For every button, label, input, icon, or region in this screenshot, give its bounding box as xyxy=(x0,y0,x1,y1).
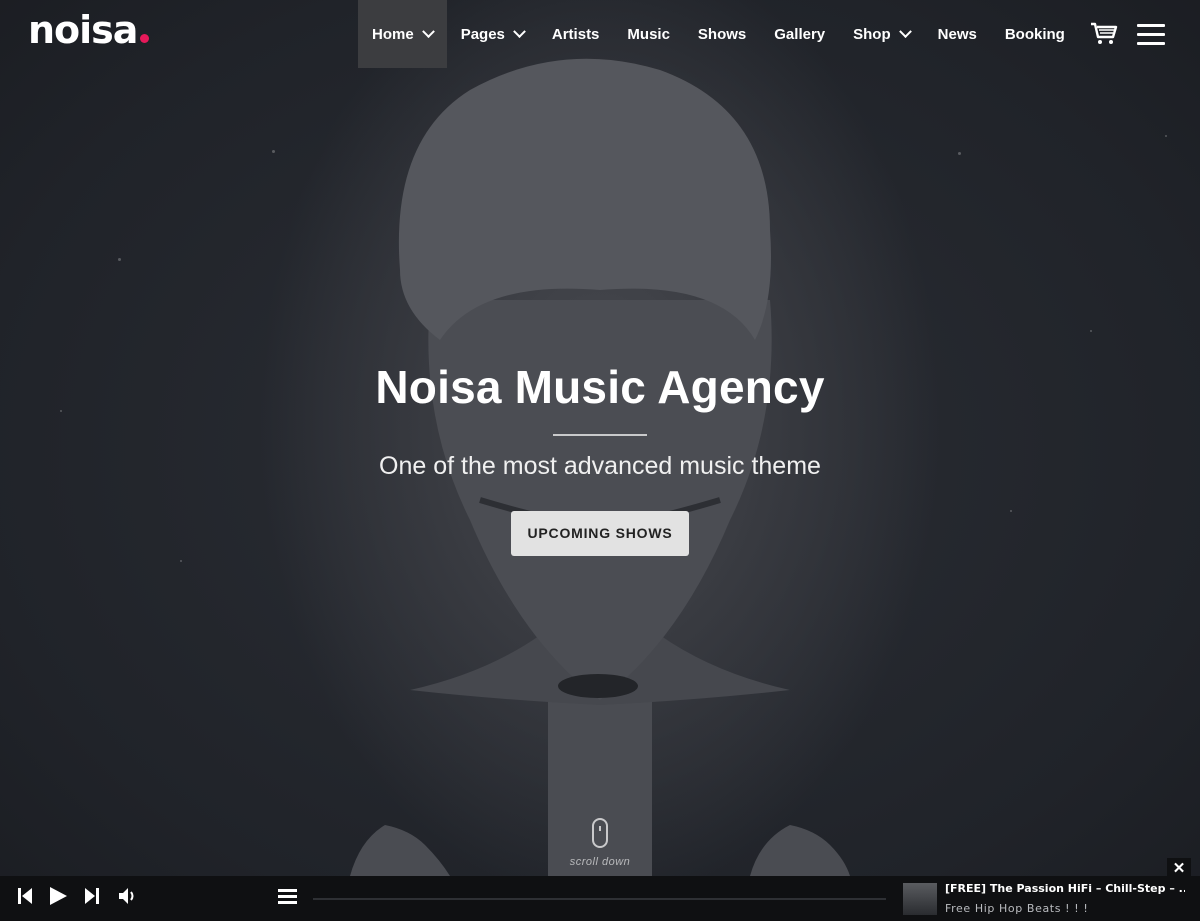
cart-icon[interactable] xyxy=(1090,22,1118,46)
main-nav: Home Pages Artists Music Shows Gallery S… xyxy=(358,0,1079,68)
nav-item-label: Shows xyxy=(697,25,747,43)
close-player-button[interactable]: ✕ xyxy=(1167,858,1191,880)
nav-item-gallery[interactable]: Gallery xyxy=(760,0,839,68)
site-header: noisa Home Pages Artists Music Shows Gal… xyxy=(0,0,1200,68)
next-icon[interactable] xyxy=(84,886,100,906)
hero-title: Noisa Music Agency xyxy=(375,361,825,413)
hero-section: Noisa Music Agency One of the most advan… xyxy=(0,0,1200,876)
upcoming-shows-button[interactable]: UPCOMING SHOWS xyxy=(511,511,689,556)
mouse-icon xyxy=(592,818,608,848)
track-artist: Free Hip Hop Beats ! ! ! xyxy=(945,902,1089,915)
nav-item-label: Shop xyxy=(853,25,891,43)
nav-item-artists[interactable]: Artists xyxy=(538,0,614,68)
nav-item-shows[interactable]: Shows xyxy=(684,0,760,68)
hero-content: Noisa Music Agency One of the most advan… xyxy=(0,360,1200,556)
nav-item-music[interactable]: Music xyxy=(613,0,684,68)
nav-item-shop[interactable]: Shop xyxy=(839,0,924,68)
playlist-icon[interactable] xyxy=(278,887,298,905)
nav-item-label: Artists xyxy=(551,25,600,43)
nav-item-news[interactable]: News xyxy=(924,0,991,68)
nav-item-label: News xyxy=(937,25,977,43)
logo-dot xyxy=(140,34,150,43)
scroll-down-indicator[interactable]: scroll down xyxy=(560,818,640,868)
logo[interactable]: noisa xyxy=(28,8,150,52)
track-progress-bar[interactable] xyxy=(313,898,886,900)
previous-icon[interactable] xyxy=(17,886,33,906)
nav-item-label: Music xyxy=(627,25,670,43)
hero-divider xyxy=(553,434,647,436)
chevron-down-icon xyxy=(513,24,526,38)
nav-item-label: Home xyxy=(372,25,414,43)
play-icon[interactable] xyxy=(48,886,68,906)
hero-subtitle: One of the most advanced music theme xyxy=(379,452,821,480)
nav-item-label: Booking xyxy=(1004,25,1065,43)
chevron-down-icon xyxy=(898,24,912,38)
nav-item-home[interactable]: Home xyxy=(358,0,447,68)
volume-icon[interactable] xyxy=(118,887,138,905)
chevron-down-icon xyxy=(421,24,435,38)
track-artwork xyxy=(903,883,937,915)
scroll-down-label: scroll down xyxy=(569,856,631,868)
track-title: [FREE] The Passion HiFi – Chill-Step – .… xyxy=(945,882,1185,895)
logo-text: noisa xyxy=(28,8,138,52)
nav-item-pages[interactable]: Pages xyxy=(447,0,538,68)
hamburger-menu-icon[interactable] xyxy=(1137,24,1165,46)
nav-item-label: Gallery xyxy=(774,25,826,43)
nav-item-label: Pages xyxy=(460,25,505,43)
nav-item-booking[interactable]: Booking xyxy=(991,0,1079,68)
